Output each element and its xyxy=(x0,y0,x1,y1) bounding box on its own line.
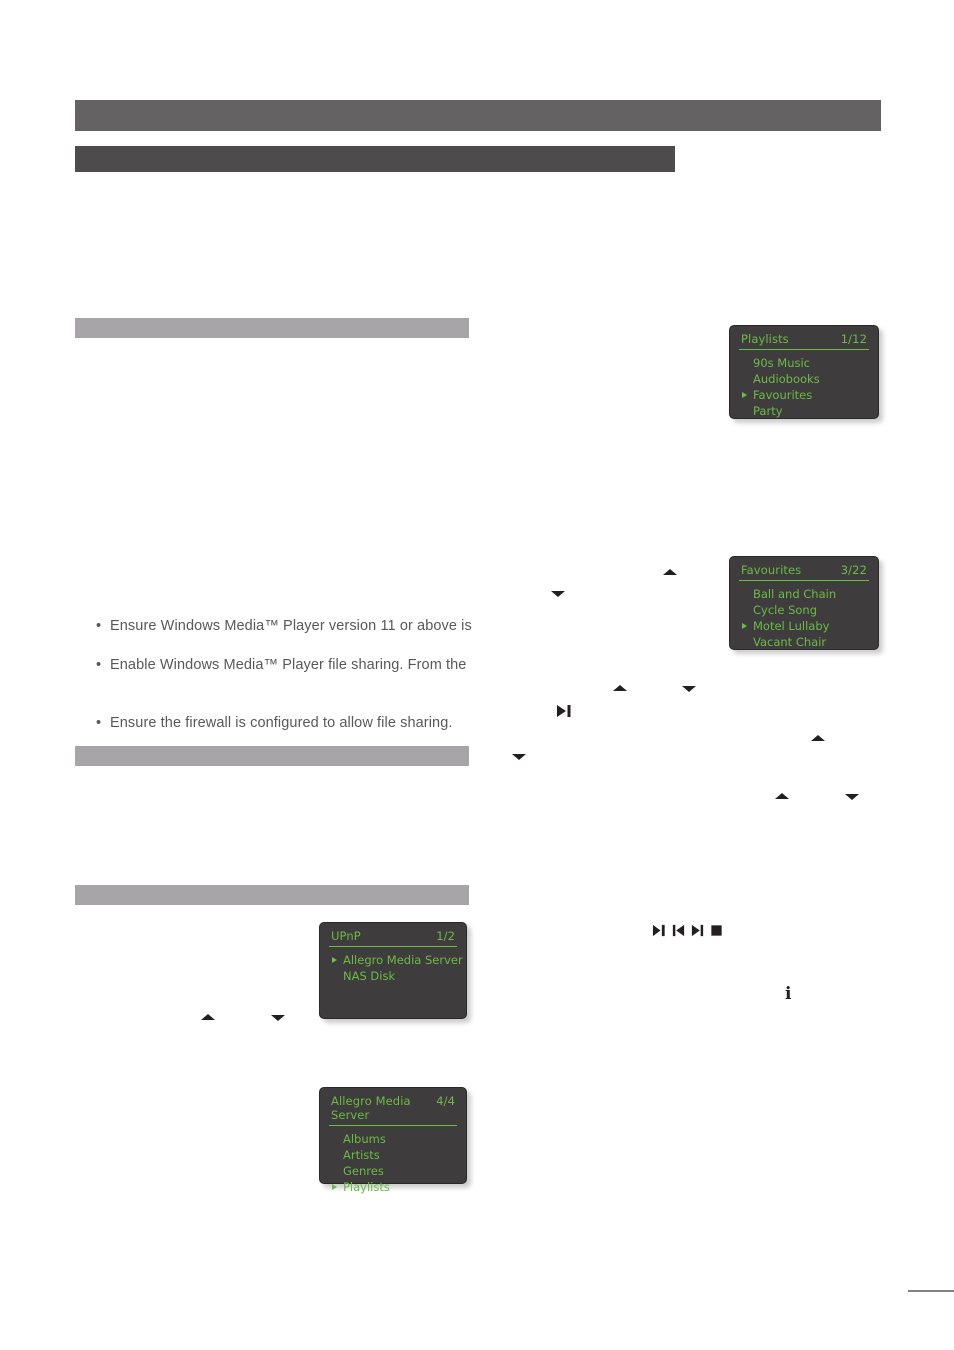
list-item-selected[interactable]: Motel Lullaby xyxy=(739,618,869,634)
down-arrow-icon xyxy=(271,1015,285,1021)
play-pause-inline xyxy=(556,703,572,719)
chapter-title-bar xyxy=(75,100,881,131)
playlists-panel-header: Playlists 1/12 xyxy=(739,331,869,350)
allegro-panel-count: 4/4 xyxy=(436,1094,455,1108)
upnp-panel[interactable]: UPnP 1/2 Allegro Media Server NAS Disk xyxy=(319,922,467,1019)
down-arrow-icon xyxy=(845,794,859,800)
list-item[interactable]: Cycle Song xyxy=(739,602,869,618)
playlists-panel-title: Playlists xyxy=(741,332,789,346)
list-item[interactable]: Genres xyxy=(329,1163,457,1179)
bullet-text: Enable Windows Media™ Player file sharin… xyxy=(110,657,467,673)
playlists-panel[interactable]: Playlists 1/12 90s Music Audiobooks Favo… xyxy=(729,325,879,419)
up-arrow-icon xyxy=(663,569,677,575)
bullet-marker: • xyxy=(96,715,102,731)
up-arrow-icon xyxy=(201,1014,215,1020)
down-arrow-icon xyxy=(512,754,526,760)
subsection-bar-2 xyxy=(75,746,469,766)
upnp-list: Allegro Media Server NAS Disk xyxy=(329,947,463,984)
favourites-panel-title: Favourites xyxy=(741,563,802,577)
upnp-panel-title: UPnP xyxy=(331,929,361,943)
favourites-panel-count: 3/22 xyxy=(840,563,867,577)
up-arrow-icon xyxy=(613,685,627,691)
play-pause-icon xyxy=(557,705,571,717)
subsection-bar-3 xyxy=(75,885,469,905)
upnp-panel-count: 1/2 xyxy=(436,929,455,943)
footer-rule xyxy=(908,1290,954,1292)
up-arrow-icon xyxy=(775,793,789,799)
bullet-item: • Ensure Windows Media™ Player version 11… xyxy=(96,616,472,636)
previous-track-icon xyxy=(672,924,685,937)
down-arrow-icon xyxy=(682,686,696,692)
bullet-marker: • xyxy=(96,618,102,634)
allegro-panel-header: Allegro Media Server 4/4 xyxy=(329,1093,457,1126)
section-title-bar xyxy=(75,146,675,172)
list-item-selected[interactable]: Favourites xyxy=(739,387,869,403)
list-item[interactable]: Artists xyxy=(329,1147,457,1163)
allegro-panel-title: Allegro Media Server xyxy=(331,1094,411,1122)
allegro-list: Albums Artists Genres Playlists xyxy=(329,1126,457,1195)
list-item[interactable]: Audiobooks xyxy=(739,371,869,387)
bullet-item: • Enable Windows Media™ Player file shari… xyxy=(96,655,466,675)
list-item-selected[interactable]: Playlists xyxy=(329,1179,457,1195)
up-arrow-icon xyxy=(811,735,825,741)
playlists-panel-count: 1/12 xyxy=(840,332,867,346)
play-pause-icon xyxy=(652,924,665,937)
bullet-text: Ensure Windows Media™ Player version 11 … xyxy=(110,618,472,634)
allegro-media-server-panel[interactable]: Allegro Media Server 4/4 Albums Artists … xyxy=(319,1087,467,1194)
upnp-panel-header: UPnP 1/2 xyxy=(329,928,457,947)
favourites-panel[interactable]: Favourites 3/22 Ball and Chain Cycle Son… xyxy=(729,556,879,650)
favourites-list: Ball and Chain Cycle Song Motel Lullaby … xyxy=(739,581,869,650)
list-item[interactable]: Albums xyxy=(329,1131,457,1147)
favourites-panel-header: Favourites 3/22 xyxy=(739,562,869,581)
bullet-item: • Ensure the firewall is configured to al… xyxy=(96,713,453,733)
list-item[interactable]: 90s Music xyxy=(739,355,869,371)
list-item[interactable]: Vacant Chair xyxy=(739,634,869,650)
list-item[interactable]: NAS Disk xyxy=(329,968,457,984)
list-item[interactable]: Party xyxy=(739,403,869,419)
info-icon: i xyxy=(785,984,792,1004)
down-arrow-icon xyxy=(551,591,565,597)
next-track-icon xyxy=(691,924,704,937)
bullet-text: Ensure the firewall is configured to all… xyxy=(110,715,453,731)
stop-icon xyxy=(711,925,722,936)
playlists-list: 90s Music Audiobooks Favourites Party xyxy=(739,350,869,419)
subsection-bar-1 xyxy=(75,318,469,338)
bullet-marker: • xyxy=(96,657,102,673)
list-item[interactable]: Ball and Chain xyxy=(739,586,869,602)
transport-controls xyxy=(652,923,724,938)
list-item-selected[interactable]: Allegro Media Server xyxy=(329,952,463,968)
